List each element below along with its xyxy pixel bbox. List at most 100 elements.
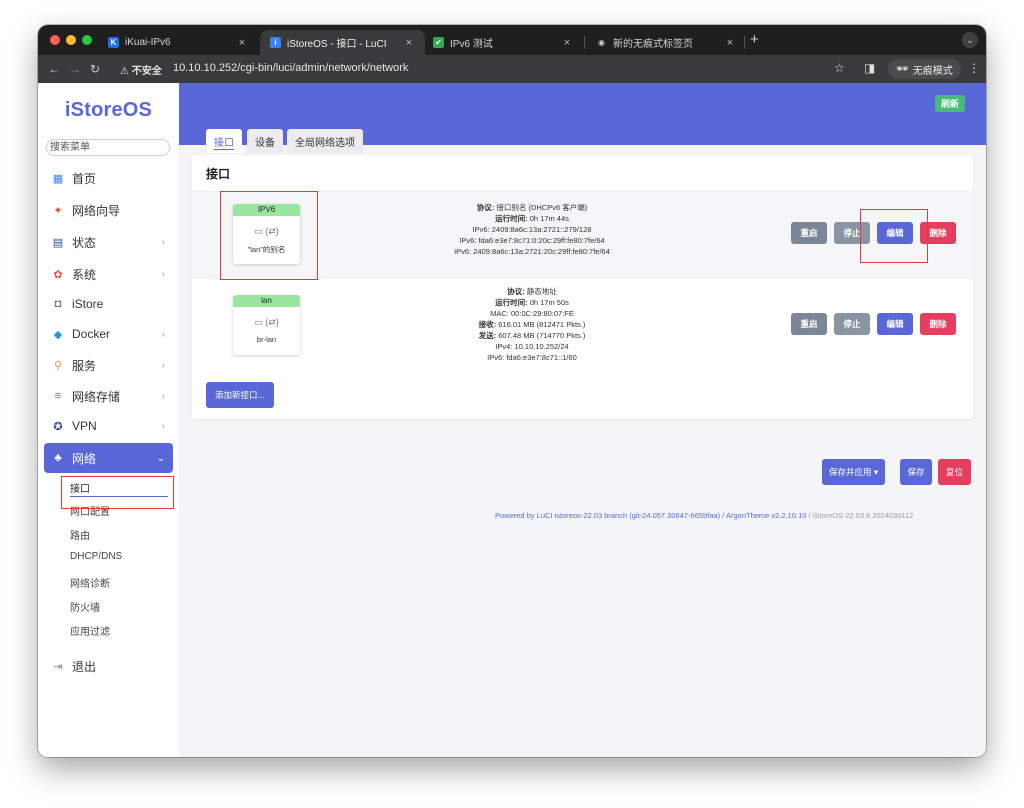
network-port-icon: ▭ (⇄) [233, 317, 300, 328]
sub-item-diagnostics[interactable]: 网络诊断 [70, 575, 110, 590]
browser-tab-incognito[interactable]: ◉ 新的无痕式标签页 × [586, 30, 746, 55]
zoom-window-button[interactable] [82, 35, 92, 45]
annotation-highlight-box [860, 209, 928, 263]
minimize-window-button[interactable] [66, 35, 76, 45]
sub-item-firewall[interactable]: 防火墙 [70, 599, 100, 614]
chevron-right-icon: › [161, 236, 165, 248]
delete-button[interactable]: 删除 [920, 313, 956, 335]
annotation-highlight-box [61, 476, 174, 509]
sidebar-item-label: VPN [72, 419, 97, 433]
insecure-warning-badge[interactable]: ⚠ 不安全 [120, 62, 162, 77]
detail-line: 协议: 静态地址 [507, 287, 557, 296]
tab-interfaces[interactable]: 接口 [206, 129, 242, 153]
sidebar-item-logout[interactable]: ⇥ 退出 [38, 651, 179, 681]
footer-version: / iStoreOS 22.03.6 2024030112 [806, 511, 914, 520]
address-bar[interactable]: 10.10.10.252/cgi-bin/luci/admin/network/… [173, 62, 408, 74]
sidebar-item-docker[interactable]: ◆ Docker › [38, 319, 179, 349]
bookmark-star-icon[interactable]: ☆ [834, 61, 845, 75]
more-menu-icon[interactable]: ⋮ [968, 61, 980, 75]
browser-tab-ipv6-test[interactable]: ✔ IPv6 测试 × [423, 30, 583, 55]
browser-toolbar: ← → ↻ ⚠ 不安全 10.10.10.252/cgi-bin/luci/ad… [38, 55, 986, 83]
sidebar-item-istore[interactable]: ◘ iStore [38, 289, 179, 319]
close-tab-icon[interactable]: × [234, 37, 250, 49]
close-tab-icon[interactable]: × [401, 37, 417, 49]
network-tree-icon: ♣ [54, 452, 62, 464]
sidebar-item-services[interactable]: ⚲ 服务 › [38, 350, 179, 380]
sidebar-item-label: Docker [72, 327, 111, 341]
check-favicon-icon: ✔ [433, 37, 444, 48]
close-tab-icon[interactable]: × [722, 37, 738, 49]
section-title: 接口 [206, 167, 231, 181]
sidebar-item-label: iStore [72, 297, 104, 311]
sidebar-item-system[interactable]: ✿ 系统 › [38, 259, 179, 289]
detail-line: IPv6: fda6:e3e7:8c71:0:20c:29ff:fe80:7fe… [459, 236, 605, 245]
new-tab-button[interactable]: + [750, 31, 759, 48]
sidebar-item-status[interactable]: ▤ 状态 › [38, 227, 179, 257]
tab-search-chevron-icon[interactable]: ⌄ [962, 32, 978, 48]
sidebar-item-label: 状态 [72, 235, 97, 250]
back-arrow-icon[interactable]: ← [48, 62, 60, 76]
tab-separator [744, 36, 745, 49]
vpn-icon: ✪ [53, 420, 63, 433]
sub-item-app-filter[interactable]: 应用过滤 [70, 623, 110, 638]
browser-window: K iKuai-IPv6 × i iStoreOS - 接口 - LuCI × … [38, 25, 986, 757]
reset-button[interactable]: 复位 [938, 459, 971, 485]
tab-global-options[interactable]: 全局网络选项 [287, 129, 363, 153]
incognito-indicator[interactable]: 🕶 无痕模式 [888, 59, 961, 79]
footer-powered-link[interactable]: Powered by LuCI istoreos-22.03 branch (g… [495, 511, 806, 520]
sidebar-item-label: 网络 [72, 451, 97, 466]
close-window-button[interactable] [50, 35, 60, 45]
services-icon: ⚲ [53, 359, 63, 372]
sidebar-item-storage[interactable]: ≡ 网络存储 › [38, 381, 179, 411]
brand-logo[interactable]: iStoreOS [38, 99, 179, 122]
storage-icon: ≡ [54, 390, 62, 402]
sub-item-routes[interactable]: 路由 [70, 527, 90, 542]
detail-line: 运行时间: 0h 17m 44s [495, 214, 569, 223]
annotation-highlight-box [220, 191, 318, 280]
menu-search-input[interactable] [46, 139, 170, 156]
restart-button[interactable]: 重启 [791, 222, 827, 244]
stop-button[interactable]: 停止 [834, 313, 870, 335]
chevron-down-icon: ⌄ [156, 452, 165, 464]
tab-devices[interactable]: 设备 [247, 129, 283, 153]
interface-badge[interactable]: lan ▭ (⇄) br-lan [233, 295, 300, 355]
detail-line: 运行时间: 0h 17m 50s [495, 298, 569, 307]
tab-separator [584, 36, 585, 49]
sidebar-item-label: 网络存储 [72, 389, 121, 404]
edit-button[interactable]: 编辑 [877, 313, 913, 335]
browser-tab-istoreos[interactable]: i iStoreOS - 接口 - LuCI × [260, 30, 425, 55]
browser-tab-ikuai[interactable]: K iKuai-IPv6 × [98, 30, 258, 55]
detail-line: MAC: 00:0C:29:80:07:FE [490, 309, 574, 318]
save-apply-button[interactable]: 保存并应用 ▾ [822, 459, 886, 485]
save-button[interactable]: 保存 [900, 459, 932, 485]
add-interface-button[interactable]: 添加新接口... [206, 382, 274, 408]
tab-title: iKuai-IPv6 [125, 37, 171, 48]
detail-line: 接收: 616.01 MB (812471 Pkts.) [478, 320, 586, 329]
sidebar-item-label: 服务 [72, 358, 97, 373]
detail-line: IPv4: 10.10.10.252/24 [495, 342, 569, 351]
sidebar-item-vpn[interactable]: ✪ VPN › [38, 411, 179, 441]
sidebar-item-label: 首页 [72, 171, 97, 186]
sub-item-dhcp-dns[interactable]: DHCP/DNS [70, 551, 122, 562]
close-tab-icon[interactable]: × [559, 37, 575, 49]
istoreos-favicon-icon: i [270, 37, 281, 48]
sidebar-item-wizard[interactable]: ✦ 网络向导 [38, 195, 179, 225]
sidebar-item-home[interactable]: ▦ 首页 [38, 163, 179, 193]
sidebar-item-label: 退出 [72, 659, 97, 674]
tab-strip: K iKuai-IPv6 × i iStoreOS - 接口 - LuCI × … [38, 25, 986, 55]
incognito-icon: 🕶 [896, 63, 909, 75]
forward-arrow-icon[interactable]: → [69, 62, 81, 76]
interface-device: br-lan [256, 335, 277, 344]
tab-title: iStoreOS - 接口 - LuCI [287, 39, 387, 50]
logout-icon: ⇥ [53, 660, 63, 673]
sidebar-item-network[interactable]: ♣ 网络 ⌄ [44, 443, 173, 473]
reload-icon[interactable]: ↻ [90, 62, 100, 76]
restart-button[interactable]: 重启 [791, 313, 827, 335]
detail-line: IPv6: 2409:8a6c:13a:2721::279/128 [472, 225, 592, 234]
sidebar-item-label: 系统 [72, 267, 97, 282]
side-panel-icon[interactable]: ◨ [864, 61, 875, 75]
detail-line: IPv6: fda6:e3e7:8c71::1/60 [487, 353, 577, 362]
detail-line: IPv6: 2409:8a6c:13a:2721:20c:29ff:fe80:7… [454, 247, 610, 256]
refresh-button[interactable]: 刷新 [935, 95, 966, 112]
sidebar-item-label: 网络向导 [72, 203, 121, 218]
